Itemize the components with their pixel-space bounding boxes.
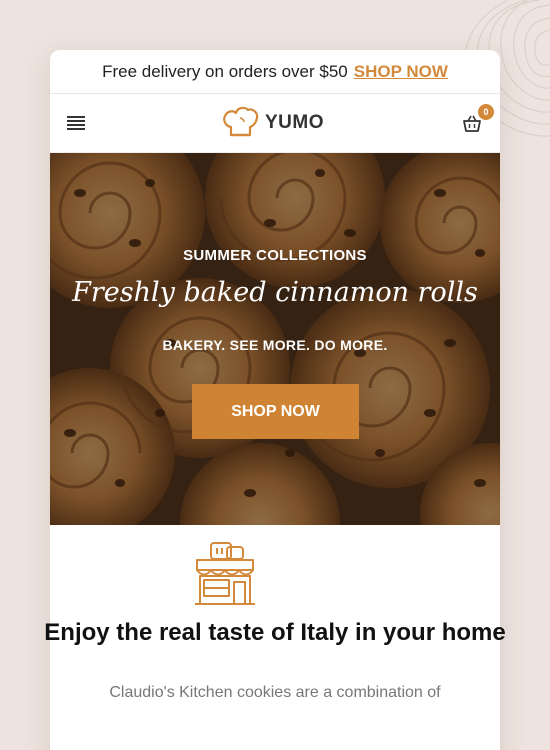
hero-shop-now-button[interactable]: SHOP NOW bbox=[192, 384, 359, 439]
announcement-shop-link[interactable]: SHOP NOW bbox=[354, 62, 448, 82]
chef-hat-icon bbox=[223, 106, 259, 137]
site-header: YUMO 0 bbox=[50, 94, 500, 153]
intro-text: Claudio's Kitchen cookies are a combinat… bbox=[109, 684, 441, 701]
announcement-bar: Free delivery on orders over $50 SHOP NO… bbox=[50, 50, 500, 94]
hero-content: SUMMER COLLECTIONS Freshly baked cinnamo… bbox=[50, 153, 500, 525]
hero-banner: SUMMER COLLECTIONS Freshly baked cinnamo… bbox=[50, 153, 500, 525]
bakery-store-icon bbox=[195, 542, 255, 605]
brand-name: YUMO bbox=[265, 112, 324, 133]
hero-eyebrow: SUMMER COLLECTIONS bbox=[183, 247, 367, 264]
hamburger-menu-icon[interactable] bbox=[67, 116, 85, 130]
cart-count-badge: 0 bbox=[478, 104, 494, 120]
brand-logo[interactable]: YUMO bbox=[221, 105, 324, 141]
hero-subtitle: BAKERY. SEE MORE. DO MORE. bbox=[162, 337, 388, 353]
basket-icon bbox=[463, 115, 481, 132]
intro-title: Enjoy the real taste of Italy in your ho… bbox=[44, 619, 506, 646]
hero-title: Freshly baked cinnamon rolls bbox=[72, 277, 478, 308]
announcement-text: Free delivery on orders over $50 bbox=[102, 61, 348, 81]
cart-button[interactable]: 0 bbox=[460, 104, 494, 134]
